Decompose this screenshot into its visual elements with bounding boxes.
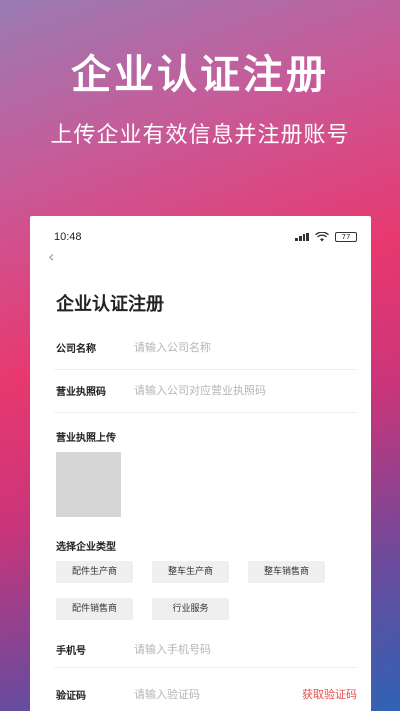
license-upload-label: 营业执照上传: [56, 433, 116, 444]
license-code-row: 营业执照码: [56, 383, 357, 398]
verify-code-label: 验证码: [56, 690, 86, 702]
signal-icon: [295, 233, 309, 241]
status-icons: 77: [295, 232, 357, 242]
company-type-label: 选择企业类型: [56, 542, 116, 553]
type-chip-parts-manufacturer[interactable]: 配件生产商: [56, 561, 133, 583]
status-bar: 10:48 77: [54, 229, 357, 245]
company-name-label: 公司名称: [56, 344, 96, 355]
license-code-label: 营业执照码: [56, 387, 106, 398]
type-chip-vehicle-dealer[interactable]: 整车销售商: [248, 561, 325, 583]
verify-code-input[interactable]: [134, 687, 302, 701]
wifi-icon: [315, 232, 329, 242]
type-chip-parts-dealer[interactable]: 配件销售商: [56, 598, 133, 620]
phone-row: 手机号: [56, 642, 357, 657]
battery-icon: 77: [335, 232, 357, 242]
promo-title: 企业认证注册: [71, 52, 329, 98]
get-code-button[interactable]: 获取验证码: [302, 686, 357, 702]
promo-subtitle: 上传企业有效信息并注册账号: [50, 123, 350, 148]
phone-screen: 10:48 77 ‹ 企业认证注册 公司名称 营业执照码 营业执照上传 选择企业…: [30, 216, 371, 711]
back-chevron-icon[interactable]: ‹: [48, 249, 60, 265]
type-chip-vehicle-manufacturer[interactable]: 整车生产商: [152, 561, 229, 583]
divider: [54, 369, 357, 370]
status-time: 10:48: [54, 231, 82, 243]
verify-code-row: 验证码 获取验证码: [56, 686, 357, 702]
page-title: 企业认证注册: [56, 294, 164, 315]
divider: [54, 667, 357, 668]
phone-label: 手机号: [56, 646, 86, 657]
phone-input[interactable]: [134, 643, 357, 656]
license-code-input[interactable]: [134, 384, 357, 397]
type-chip-industry-service[interactable]: 行业服务: [152, 598, 229, 620]
divider: [54, 412, 357, 413]
company-name-input[interactable]: [134, 341, 357, 354]
license-upload-box[interactable]: [56, 452, 121, 517]
company-name-row: 公司名称: [56, 340, 357, 355]
